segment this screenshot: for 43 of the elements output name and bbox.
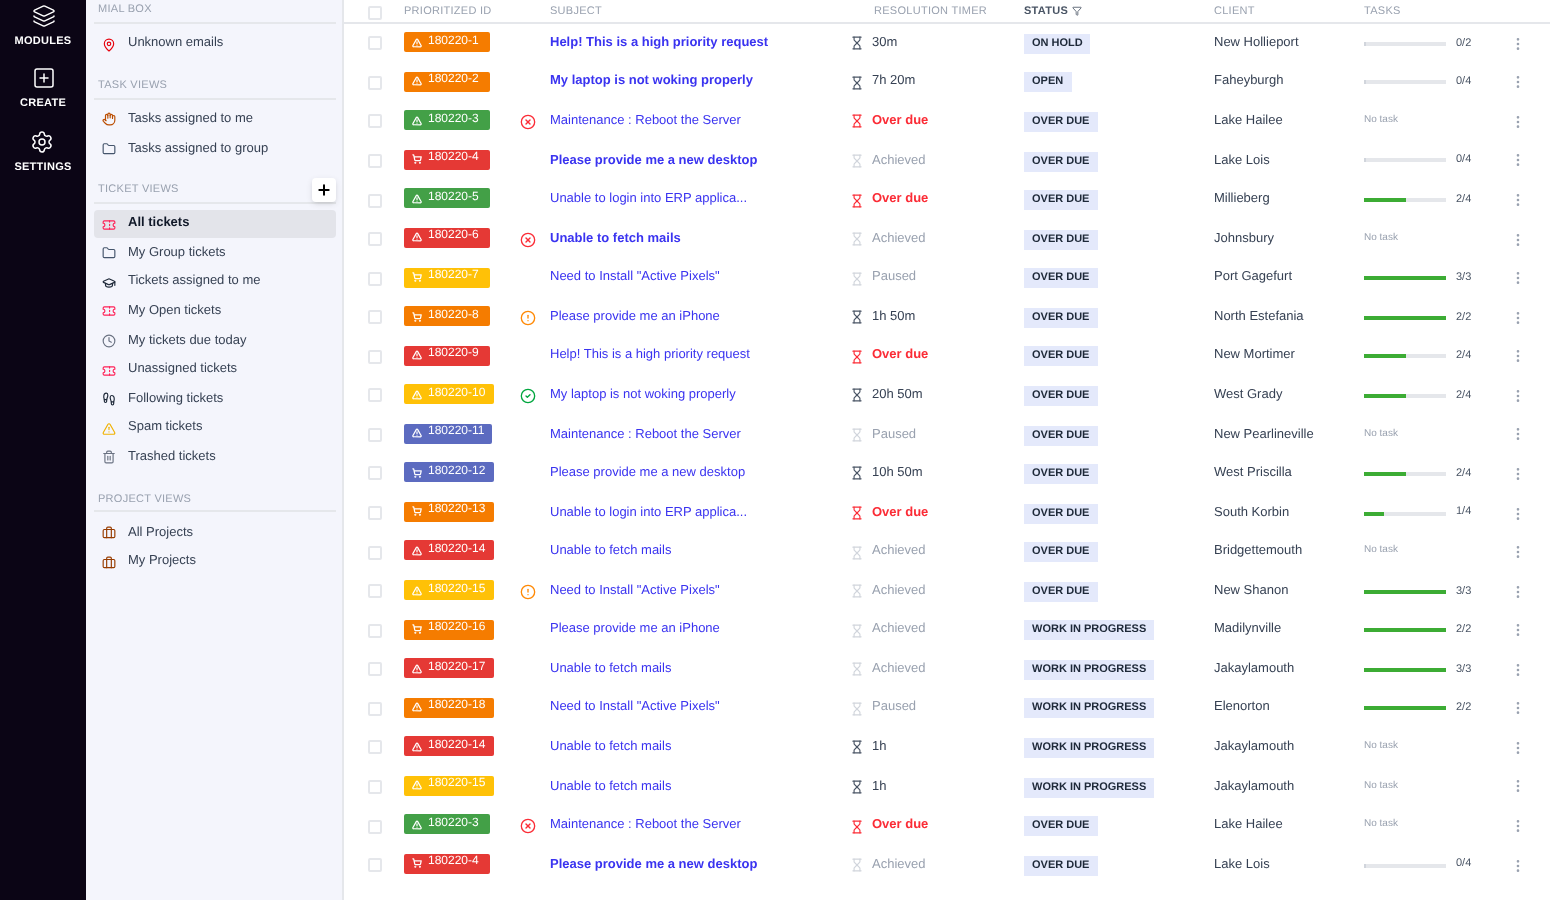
checkbox[interactable]	[367, 701, 381, 716]
filter-icon[interactable]	[1072, 6, 1083, 17]
ticket-icon	[102, 304, 116, 319]
checkbox[interactable]	[367, 153, 381, 168]
checkbox[interactable]	[367, 623, 381, 638]
ticket-icon	[102, 217, 116, 232]
add-button[interactable]	[312, 178, 336, 203]
checkbox[interactable]	[367, 271, 381, 286]
checkbox[interactable]	[367, 36, 381, 51]
checkbox[interactable]	[367, 584, 381, 599]
hat-icon	[102, 275, 116, 290]
pin-icon	[102, 37, 116, 52]
checkbox[interactable]	[367, 349, 381, 364]
checkbox[interactable]	[367, 466, 381, 481]
checkbox[interactable]	[367, 779, 381, 794]
plus-square-icon	[31, 66, 55, 91]
footprints-icon	[102, 392, 116, 407]
layers-icon	[31, 4, 55, 28]
settings-icon	[30, 129, 55, 153]
checkbox[interactable]	[367, 114, 381, 129]
briefcase-icon	[102, 555, 116, 570]
checkbox[interactable]	[367, 662, 381, 677]
ticket-icon	[102, 363, 116, 378]
checkbox[interactable]	[367, 427, 381, 442]
briefcase-icon	[102, 525, 116, 540]
folder-icon	[102, 141, 116, 156]
checkbox[interactable]	[367, 6, 381, 20]
checkbox[interactable]	[367, 75, 381, 90]
checkbox[interactable]	[367, 858, 381, 873]
checkbox[interactable]	[367, 740, 381, 755]
checkbox[interactable]	[367, 232, 381, 247]
hand-icon	[102, 112, 116, 127]
folder-icon	[102, 246, 116, 261]
checkbox[interactable]	[367, 819, 381, 834]
checkbox[interactable]	[367, 506, 381, 521]
checkbox[interactable]	[367, 310, 381, 325]
checkbox[interactable]	[367, 545, 381, 560]
plus-icon	[316, 182, 332, 199]
warning-icon	[102, 421, 116, 436]
trash-icon	[102, 450, 116, 465]
clock-icon	[102, 333, 116, 348]
checkbox[interactable]	[367, 193, 381, 208]
checkbox[interactable]	[367, 388, 381, 403]
